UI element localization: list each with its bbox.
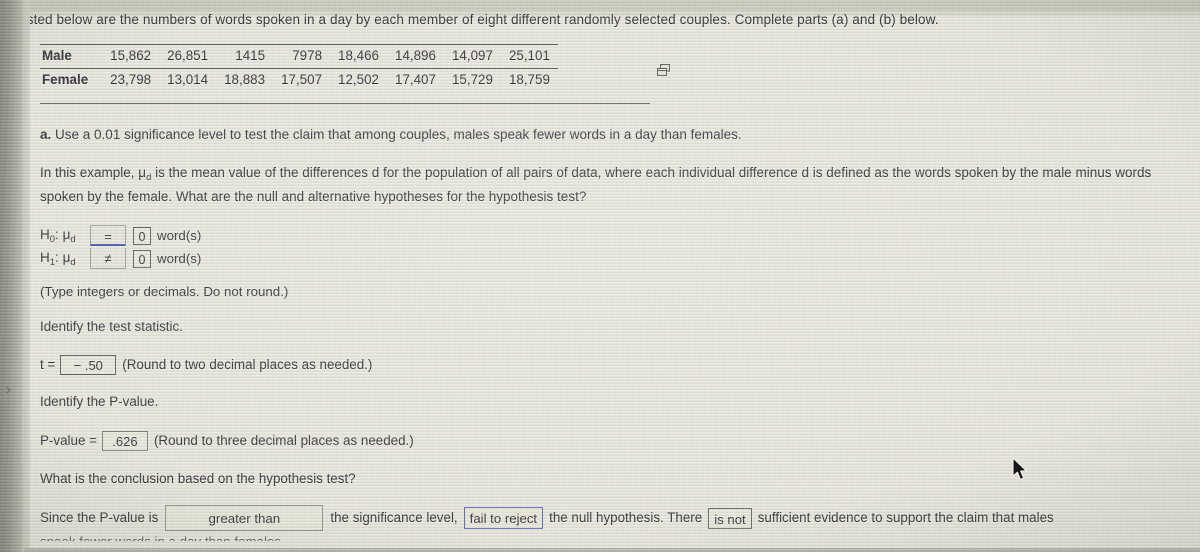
alt-hypothesis-row: H1: μd ≠ 0 word(s) <box>40 247 201 270</box>
part-a-text: Use a 0.01 significance level to test th… <box>55 127 742 142</box>
copy-to-clipboard-icon[interactable] <box>657 64 671 77</box>
evidence-dropdown[interactable]: is not <box>708 507 752 529</box>
next-question-chevron-icon[interactable]: › <box>5 380 12 400</box>
mouse-cursor <box>1012 457 1029 487</box>
question-document: Listed below are the numbers of words sp… <box>0 0 1176 541</box>
explanation-paragraph: In this example, μd is the mean value of… <box>40 161 1180 208</box>
test-statistic-label: t = <box>40 356 56 372</box>
h1-subscript: 1 <box>49 257 56 269</box>
conclusion-text-3: the null hypothesis. There <box>549 509 703 525</box>
decision-dropdown[interactable]: fail to reject <box>463 507 544 529</box>
alt-hypothesis-label: H1: μd <box>40 250 76 269</box>
cell-female-3: 18,883 <box>216 68 274 93</box>
cell-male-3: 1415 <box>216 43 274 69</box>
conclusion-text-4: sufficient evidence to support the claim… <box>757 509 1054 525</box>
p-value-row: P-value = .626 (Round to three decimal p… <box>40 431 414 451</box>
test-statistic-input[interactable]: − .50 <box>60 355 117 375</box>
cell-male-8: 25,101 <box>500 43 558 69</box>
table-row-female: Female 23,798 13,014 18,883 17,507 12,50… <box>40 68 558 93</box>
p-value-instruction: Identify the P-value. <box>40 394 159 409</box>
part-a-line: a. Use a 0.01 significance level to test… <box>40 126 742 144</box>
test-statistic-row: t = − .50 (Round to two decimal places a… <box>40 355 372 375</box>
p-value-input[interactable]: .626 <box>101 431 148 451</box>
p-value-hint: (Round to three decimal places as needed… <box>153 432 414 448</box>
h1-param-subscript: d <box>70 257 76 269</box>
alt-unit-label: word(s) <box>157 250 202 266</box>
screen-photograph: Listed below are the numbers of words sp… <box>0 0 1200 552</box>
cell-male-2: 26,851 <box>159 43 217 69</box>
alt-value-input[interactable]: 0 <box>133 249 151 268</box>
cell-female-1: 23,798 <box>102 68 160 93</box>
null-hypothesis-label: H0: μd <box>40 227 76 246</box>
table-row-male: Male 15,862 26,851 1415 7978 18,466 14,8… <box>40 43 558 69</box>
page-bottom-edge <box>24 548 1200 552</box>
paragraph-after-mu: is the mean value of the differences d f… <box>40 165 1152 204</box>
h0-subscript: 0 <box>49 234 56 246</box>
conclusion-row: Since the P-value is greater than the si… <box>40 505 1054 531</box>
null-unit-label: word(s) <box>157 227 202 243</box>
p-value-label: P-value = <box>40 432 97 448</box>
null-value-input[interactable]: 0 <box>133 226 151 245</box>
cell-male-7: 14,097 <box>443 43 501 69</box>
cell-female-4: 17,507 <box>273 68 331 93</box>
null-hypothesis-row: H0: μd = 0 word(s) <box>40 224 201 247</box>
hypotheses-block: H0: μd = 0 word(s) H1: μd ≠ 0 word(s) <box>40 224 201 270</box>
h0-param-subscript: d <box>70 234 76 246</box>
question-prompt: Listed below are the numbers of words sp… <box>16 12 939 27</box>
cell-female-2: 13,014 <box>159 68 217 93</box>
comparison-dropdown[interactable]: greater than <box>165 505 324 531</box>
alt-operator-dropdown[interactable]: ≠ <box>90 248 126 269</box>
row-label-female: Female <box>40 68 103 93</box>
conclusion-text-2: the significance level, <box>330 509 458 525</box>
hypotheses-note: (Type integers or decimals. Do not round… <box>40 284 289 299</box>
cell-male-5: 18,466 <box>330 43 387 69</box>
cell-female-7: 15,729 <box>443 68 501 93</box>
cell-male-1: 15,862 <box>102 43 160 69</box>
words-spoken-table: Male 15,862 26,851 1415 7978 18,466 14,8… <box>40 43 558 93</box>
table-bottom-rule <box>40 103 650 105</box>
cell-male-4: 7978 <box>273 43 331 69</box>
cell-female-8: 18,759 <box>500 68 558 93</box>
mu-subscript: d <box>146 172 152 183</box>
h1-letter: H <box>40 250 50 266</box>
screen-bezel-left-inner <box>22 0 30 552</box>
cell-female-6: 17,407 <box>387 68 444 93</box>
paragraph-before-mu: In this example, <box>40 165 139 180</box>
test-statistic-hint: (Round to two decimal places as needed.) <box>122 356 373 372</box>
conclusion-text-1: Since the P-value is <box>40 509 159 525</box>
part-a-marker: a. <box>40 127 52 142</box>
test-statistic-instruction: Identify the test statistic. <box>40 319 183 334</box>
row-label-male: Male <box>40 43 103 69</box>
mu-symbol: μ <box>138 165 147 180</box>
cell-female-5: 12,502 <box>330 68 387 93</box>
cell-male-6: 14,896 <box>387 43 444 69</box>
conclusion-question: What is the conclusion based on the hypo… <box>40 471 356 486</box>
null-operator-dropdown[interactable]: = <box>90 225 126 246</box>
h0-letter: H <box>40 227 50 243</box>
screen-bezel-left <box>0 0 22 552</box>
